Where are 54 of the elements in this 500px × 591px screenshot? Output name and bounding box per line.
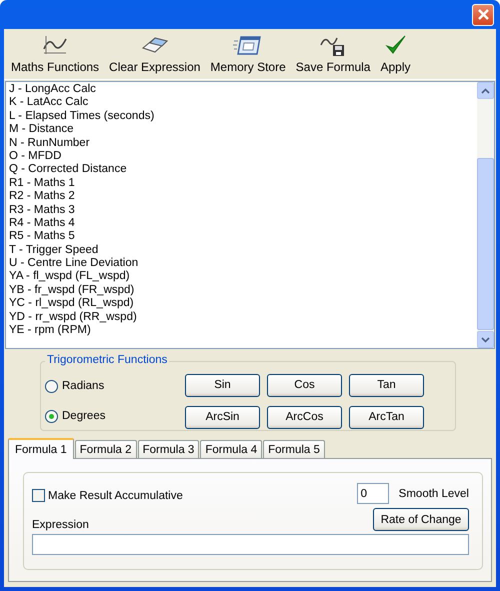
list-item[interactable]: YB - fr_wspd (FR_wspd) <box>9 284 474 298</box>
list-item[interactable]: YE - rpm (RPM) <box>9 324 474 338</box>
group-title: Trigorometric Functions <box>45 354 170 366</box>
checkbox-label: Make Result Accumulative <box>48 490 183 502</box>
scroll-up-button[interactable] <box>477 82 494 99</box>
radio-button[interactable] <box>45 380 58 392</box>
expression-label: Expression <box>32 519 89 531</box>
radio-button[interactable] <box>45 410 58 422</box>
trig-button[interactable]: Tan <box>349 374 424 396</box>
tab[interactable]: Formula 2 <box>74 440 137 458</box>
tab[interactable]: Formula 4 <box>200 440 262 458</box>
scroll-down-button[interactable] <box>477 331 494 348</box>
list-item[interactable]: YC - rl_wspd (RL_wspd) <box>9 297 474 311</box>
radio-label: Radians <box>62 380 104 392</box>
list-item[interactable]: M - Distance <box>9 123 474 137</box>
radio-label: Degrees <box>62 410 106 422</box>
toolbar-button[interactable]: Memory Store <box>205 32 291 79</box>
toolbar-button[interactable]: Maths Functions <box>6 32 104 79</box>
expression-field[interactable] <box>32 534 469 555</box>
list-item[interactable]: L - Elapsed Times (seconds) <box>9 110 474 124</box>
list-item[interactable]: J - LongAcc Calc <box>9 83 474 96</box>
list-item[interactable]: YD - rr_wspd (RR_wspd) <box>9 310 474 324</box>
smooth-level-label: Smooth Level <box>398 488 469 500</box>
list-item[interactable]: O - MFDD <box>9 150 474 164</box>
toolbar-button[interactable]: Save Formula <box>290 32 376 79</box>
scrollbar[interactable] <box>477 82 494 348</box>
function-icon <box>41 33 70 57</box>
list-item[interactable]: YA - fl_wspd (FL_wspd) <box>9 270 474 284</box>
toolbar-button[interactable]: Clear Expression <box>104 32 206 79</box>
list-item[interactable]: R4 - Maths 4 <box>9 216 474 230</box>
rate-of-change-button[interactable]: Rate of Change <box>373 508 469 531</box>
tab[interactable]: Formula 3 <box>138 440 200 458</box>
list-item[interactable]: R1 - Maths 1 <box>9 176 474 190</box>
list-item[interactable]: Q - Corrected Distance <box>9 163 474 177</box>
list-item[interactable]: R3 - Maths 3 <box>9 204 474 217</box>
trig-button[interactable]: ArcCos <box>267 406 342 428</box>
close-button[interactable] <box>472 4 494 26</box>
checkbox[interactable] <box>32 489 45 502</box>
list-item[interactable]: N - RunNumber <box>9 136 474 150</box>
list-item[interactable]: R5 - Maths 5 <box>9 230 474 244</box>
toolbar-button[interactable]: Apply <box>375 32 416 79</box>
trig-button[interactable]: Cos <box>267 374 342 396</box>
list-item[interactable]: R2 - Maths 2 <box>9 190 474 204</box>
smooth-level-field[interactable]: 0 <box>356 483 389 504</box>
list-item[interactable]: T - Trigger Speed <box>9 244 474 258</box>
trig-button[interactable]: ArcSin <box>185 406 260 428</box>
tab[interactable]: Formula 5 <box>263 440 325 458</box>
trig-button[interactable]: Sin <box>185 374 260 396</box>
trig-button[interactable]: ArcTan <box>349 406 424 428</box>
list-item[interactable]: K - LatAcc Calc <box>9 96 474 110</box>
tab[interactable]: Formula 1 <box>8 438 74 459</box>
close-icon <box>476 8 490 21</box>
list-item[interactable]: U - Centre Line Deviation <box>9 257 474 270</box>
scroll-thumb[interactable] <box>477 158 494 330</box>
